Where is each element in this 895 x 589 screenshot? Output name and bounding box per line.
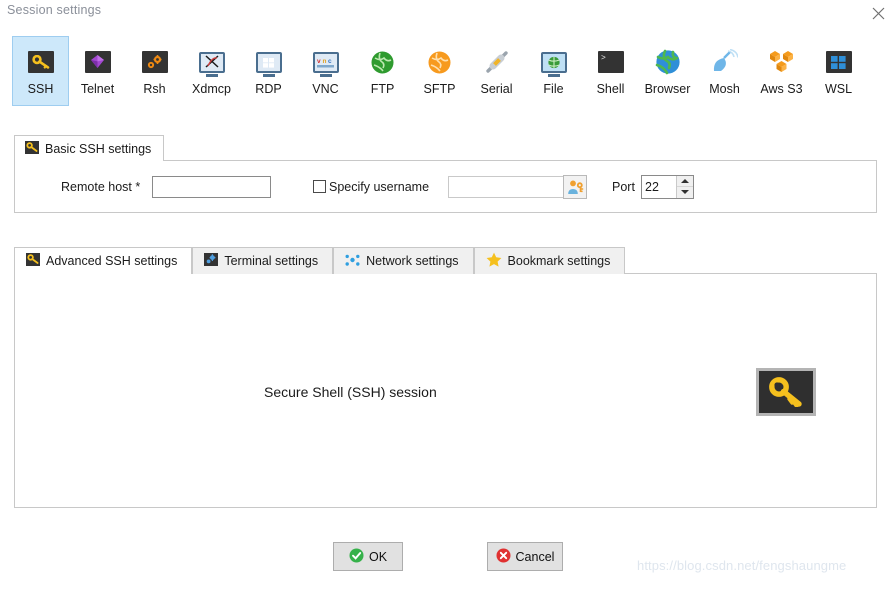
- protocol-tile-vnc[interactable]: vnc VNC: [297, 36, 354, 106]
- tab-label: Basic SSH settings: [45, 141, 152, 156]
- protocol-tile-mosh[interactable]: Mosh: [696, 36, 753, 106]
- protocol-label: Serial: [480, 82, 513, 96]
- monitor-x-logo-icon: [196, 46, 228, 78]
- port-spinner-arrows: [676, 175, 693, 198]
- port-increment-button[interactable]: [677, 175, 693, 187]
- specify-username-checkbox[interactable]: [313, 180, 326, 193]
- ok-button[interactable]: OK: [333, 542, 403, 571]
- session-settings-dialog: Session settings SSH Telnet Rsh Xdmcp RD…: [0, 0, 895, 589]
- blue-dots-icon: [345, 253, 360, 270]
- tab-label: Bookmark settings: [507, 254, 611, 268]
- protocol-tile-aws-s3[interactable]: Aws S3: [753, 36, 810, 106]
- satellite-dish-icon: [709, 46, 741, 78]
- terminal-prompt-icon: >: [595, 46, 627, 78]
- protocol-label: Xdmcp: [192, 82, 231, 96]
- watermark-text: https://blog.csdn.net/fengshaungme: [637, 558, 847, 573]
- dialog-titlebar: Session settings: [0, 0, 895, 26]
- monitor-windows-icon: [253, 46, 285, 78]
- user-key-button[interactable]: [563, 174, 587, 199]
- key-icon: [25, 140, 39, 157]
- protocol-label: WSL: [824, 82, 853, 96]
- dialog-title: Session settings: [7, 3, 102, 17]
- protocol-tile-xdmcp[interactable]: Xdmcp: [183, 36, 240, 106]
- protocol-label: RDP: [255, 82, 282, 96]
- specify-username-label: Specify username: [329, 179, 430, 194]
- port-decrement-button[interactable]: [677, 187, 693, 198]
- protocol-tile-bar: SSH Telnet Rsh Xdmcp RDP v n c VNC FTP S…: [12, 36, 867, 106]
- tab-advanced-ssh-settings[interactable]: Advanced SSH settings: [14, 247, 193, 274]
- yellow-star-icon: [486, 252, 502, 270]
- protocol-tile-telnet[interactable]: Telnet: [69, 36, 126, 106]
- close-icon[interactable]: [867, 2, 889, 24]
- port-spinner[interactable]: [641, 174, 694, 199]
- tab-network-settings[interactable]: Network settings: [333, 247, 474, 274]
- protocol-tile-ftp[interactable]: FTP: [354, 36, 411, 106]
- port-label: Port: [612, 179, 635, 194]
- protocol-tile-ssh[interactable]: SSH: [12, 36, 69, 106]
- green-check-circle-icon: [349, 548, 364, 566]
- triangle-up-icon: [681, 178, 689, 183]
- blue-globe-icon: [652, 46, 684, 78]
- protocol-tile-rdp[interactable]: RDP: [240, 36, 297, 106]
- session-type-caption: Secure Shell (SSH) session: [264, 384, 437, 400]
- protocol-label: SSH: [27, 82, 54, 96]
- tab-label: Advanced SSH settings: [46, 254, 178, 268]
- protocol-tile-rsh[interactable]: Rsh: [126, 36, 183, 106]
- windows-tiles-icon: [823, 46, 855, 78]
- protocol-label: VNC: [312, 82, 339, 96]
- protocol-tile-shell[interactable]: > Shell: [582, 36, 639, 106]
- protocol-tile-file[interactable]: File: [525, 36, 582, 106]
- protocol-label: FTP: [370, 82, 395, 96]
- advanced-ssh-settings-content: Secure Shell (SSH) session: [14, 273, 877, 508]
- basic-ssh-settings-panel: Remote host * Specify username Port: [14, 160, 877, 213]
- large-key-icon: [756, 368, 816, 416]
- svg-text:c: c: [328, 58, 332, 65]
- basic-settings-row: Remote host * Specify username Port: [15, 161, 876, 212]
- green-globe-icon: [367, 46, 399, 78]
- protocol-tile-wsl[interactable]: WSL: [810, 36, 867, 106]
- tab-bookmark-settings[interactable]: Bookmark settings: [473, 247, 626, 274]
- username-input[interactable]: [448, 175, 567, 198]
- svg-text:v: v: [317, 58, 321, 65]
- purple-gem-icon: [82, 46, 114, 78]
- tab-label: Network settings: [366, 254, 459, 268]
- red-x-circle-icon: [496, 548, 511, 566]
- svg-text:n: n: [322, 58, 326, 65]
- tab-basic-ssh-settings[interactable]: Basic SSH settings: [14, 135, 165, 161]
- protocol-label: Mosh: [709, 82, 740, 96]
- tab-label: Terminal settings: [224, 254, 319, 268]
- key-icon: [25, 46, 57, 78]
- cancel-button-label: Cancel: [515, 549, 555, 564]
- blue-gear-icon: [204, 253, 219, 269]
- orange-globe-icon: [424, 46, 456, 78]
- port-input[interactable]: [642, 175, 676, 198]
- svg-text:>: >: [601, 54, 606, 63]
- protocol-label: Aws S3: [760, 82, 803, 96]
- protocol-tile-serial[interactable]: Serial: [468, 36, 525, 106]
- tab-terminal-settings[interactable]: Terminal settings: [192, 247, 334, 274]
- user-key-icon: [567, 180, 583, 194]
- orange-gears-icon: [139, 46, 171, 78]
- triangle-down-icon: [681, 190, 689, 195]
- settings-tabstrip: Advanced SSH settings Terminal settings …: [14, 246, 626, 274]
- protocol-label: File: [543, 82, 564, 96]
- protocol-label: Browser: [644, 82, 691, 96]
- protocol-tile-sftp[interactable]: SFTP: [411, 36, 468, 106]
- protocol-label: Telnet: [80, 82, 115, 96]
- monitor-globe-icon: [538, 46, 570, 78]
- key-icon: [26, 253, 40, 269]
- ok-button-label: OK: [368, 549, 388, 564]
- protocol-label: Rsh: [143, 82, 166, 96]
- serial-connector-icon: [481, 46, 513, 78]
- protocol-label: Shell: [596, 82, 625, 96]
- remote-host-label: Remote host *: [61, 179, 141, 194]
- protocol-label: SFTP: [423, 82, 456, 96]
- monitor-vnc-icon: vnc: [310, 46, 342, 78]
- remote-host-input[interactable]: [152, 175, 271, 198]
- cancel-button[interactable]: Cancel: [487, 542, 563, 571]
- basic-settings-tabstrip: Basic SSH settings: [14, 134, 165, 161]
- protocol-tile-browser[interactable]: Browser: [639, 36, 696, 106]
- aws-cubes-icon: [766, 46, 798, 78]
